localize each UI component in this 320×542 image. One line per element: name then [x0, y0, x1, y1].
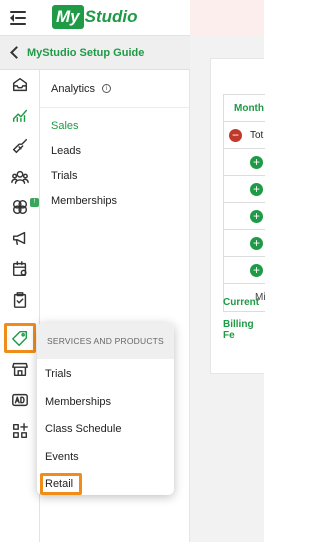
- current-link[interactable]: Current: [223, 297, 259, 308]
- popup-item-retail[interactable]: Retail: [37, 471, 174, 495]
- table-row: +: [224, 176, 265, 203]
- icon-sidebar: !: [0, 70, 40, 542]
- submenu-title: Analytics: [51, 82, 96, 95]
- expand-icon[interactable]: +: [250, 264, 263, 277]
- table-row: +: [224, 203, 265, 230]
- new-badge: !: [30, 198, 39, 207]
- expand-icon[interactable]: +: [250, 237, 263, 250]
- integrations-icon[interactable]: [9, 196, 31, 218]
- popup-item-trials[interactable]: Trials: [37, 361, 174, 389]
- setup-guide-link[interactable]: MyStudio Setup Guide: [0, 36, 190, 70]
- logo-badge: My: [52, 5, 84, 29]
- popup-header: SERVICES AND PRODUCTS: [37, 323, 174, 359]
- table-header-row: Month: [224, 95, 265, 122]
- submenu-header: Analytics i: [40, 70, 189, 108]
- notification-strip: [190, 0, 264, 36]
- ad-icon[interactable]: [9, 389, 31, 411]
- expand-icon[interactable]: +: [250, 210, 263, 223]
- members-icon[interactable]: [9, 166, 31, 188]
- tag-icon[interactable]: [9, 327, 31, 349]
- inbox-icon[interactable]: [9, 74, 31, 96]
- menu-collapse-icon[interactable]: [10, 10, 28, 26]
- chevron-left-icon: [10, 46, 23, 59]
- calendar-settings-icon[interactable]: [9, 258, 31, 280]
- services-products-popup: SERVICES AND PRODUCTS Trials Memberships…: [37, 323, 174, 495]
- sales-table: Month − Tot + + + + + Mi: [223, 94, 266, 312]
- table-row-total: − Tot: [224, 122, 265, 149]
- expand-icon[interactable]: +: [250, 156, 263, 169]
- submenu-item-leads[interactable]: Leads: [40, 139, 189, 164]
- billing-link[interactable]: Billing Fe: [223, 319, 264, 341]
- popup-item-memberships[interactable]: Memberships: [37, 389, 174, 417]
- logo-text: Studio: [84, 7, 138, 26]
- top-bar: My Studio: [0, 0, 264, 36]
- handshake-icon[interactable]: [9, 135, 31, 157]
- info-icon[interactable]: i: [102, 84, 112, 93]
- apps-icon[interactable]: [9, 420, 31, 442]
- store-icon[interactable]: [9, 358, 31, 380]
- sales-card: Month − Tot + + + + + Mi Current Billing…: [210, 58, 266, 374]
- expand-icon[interactable]: +: [250, 183, 263, 196]
- month-header[interactable]: Month: [224, 103, 264, 114]
- mystudio-logo[interactable]: My Studio: [52, 4, 138, 30]
- table-row: +: [224, 230, 265, 257]
- submenu-item-sales[interactable]: Sales: [40, 114, 189, 139]
- popup-item-events[interactable]: Events: [37, 444, 174, 472]
- table-row: +: [224, 149, 265, 176]
- collapse-icon[interactable]: −: [229, 129, 242, 142]
- megaphone-icon[interactable]: [9, 227, 31, 249]
- retail-highlight-box: [40, 473, 82, 495]
- clipboard-check-icon[interactable]: [9, 289, 31, 311]
- table-row: +: [224, 257, 265, 284]
- popup-item-class-schedule[interactable]: Class Schedule: [37, 416, 174, 444]
- total-label: Tot: [250, 130, 264, 141]
- main-content: Month − Tot + + + + + Mi Current Billing…: [190, 36, 266, 542]
- submenu-item-memberships[interactable]: Memberships: [40, 189, 189, 214]
- setup-guide-label: MyStudio Setup Guide: [27, 46, 145, 59]
- analytics-icon[interactable]: [9, 104, 31, 126]
- submenu-item-trials[interactable]: Trials: [40, 164, 189, 189]
